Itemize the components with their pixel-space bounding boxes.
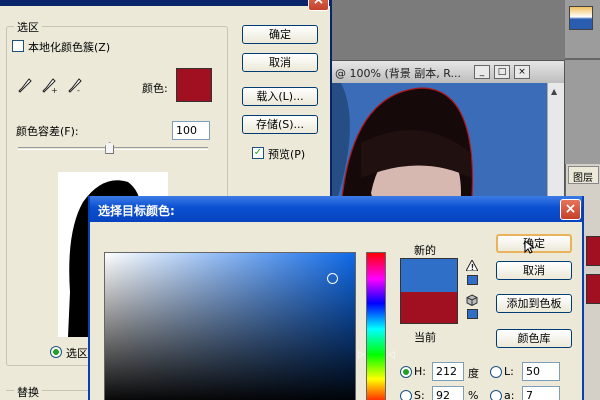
s-radio[interactable] (400, 390, 412, 400)
color-label: 颜色: (142, 82, 168, 95)
minimize-button[interactable]: _ (474, 65, 490, 79)
svg-text:!: ! (471, 263, 475, 271)
layer-thumbnail[interactable] (586, 236, 600, 266)
s-input[interactable]: 92 (432, 386, 464, 400)
h-radio[interactable] (400, 366, 412, 378)
selection-radio-label: 选区 (66, 347, 88, 360)
current-color-swatch[interactable] (400, 292, 458, 324)
a-input[interactable]: 7 (522, 386, 560, 400)
s-label: S: (414, 389, 425, 400)
add-to-swatches-button[interactable]: 添加到色板 (496, 294, 572, 313)
localized-clusters-checkbox[interactable] (12, 40, 24, 52)
picker-ok-button[interactable]: 确定 (496, 234, 572, 253)
document-titlebar[interactable]: @ 100% (背景 副本, R... _ □ × (331, 61, 564, 83)
a-radio[interactable] (490, 390, 502, 400)
hue-slider-right-arrow-icon[interactable]: ◁ (388, 350, 395, 360)
replace-group-label: 替换 (14, 384, 42, 400)
current-color-label: 当前 (414, 331, 436, 344)
save-button[interactable]: 存储(S)... (242, 115, 318, 134)
layers-tab-label: 图层 (573, 173, 593, 184)
layer-thumbnail[interactable] (586, 274, 600, 304)
layers-tab[interactable]: 图层 (568, 166, 599, 184)
s-unit: % (468, 389, 479, 400)
color-range-ok-button[interactable]: 确定 (242, 25, 318, 44)
fuzziness-input[interactable]: 100 (172, 121, 210, 140)
hue-slider-left-arrow-icon[interactable]: ▷ (358, 350, 365, 360)
svg-text:-: - (77, 86, 80, 94)
web-cube-icon[interactable] (466, 294, 478, 306)
new-color-swatch (400, 258, 458, 292)
svg-text:+: + (51, 86, 58, 94)
picker-cancel-button[interactable]: 取消 (496, 261, 572, 280)
a-label: a: (504, 389, 515, 400)
dialog-close-button[interactable]: × (308, 0, 329, 11)
scroll-up-arrow-icon[interactable]: ▲ (551, 87, 557, 96)
color-picker-close-button[interactable]: × (560, 199, 581, 220)
fuzziness-label: 颜色容差(F): (16, 125, 79, 138)
color-field[interactable] (104, 252, 356, 400)
localized-clusters-label: 本地化颜色簇(Z) (28, 41, 111, 54)
load-button[interactable]: 载入(L)... (242, 87, 318, 106)
close-button[interactable]: × (514, 65, 530, 79)
h-input[interactable]: 212 (432, 362, 464, 381)
l-label: L: (504, 365, 514, 378)
document-title: @ 100% (背景 副本, R... (335, 67, 461, 80)
maximize-button[interactable]: □ (494, 65, 510, 79)
l-radio[interactable] (490, 366, 502, 378)
preview-label: 预览(P) (268, 148, 306, 161)
h-label: H: (414, 365, 426, 378)
hue-slider[interactable] (366, 252, 386, 400)
color-picker-dialog: 选择目标颜色: × ▷ ◁ 新的 当前 ! 确定 取消 添加到色板 颜色库 H:… (88, 196, 584, 400)
preview-checkbox[interactable]: ✓ (252, 147, 264, 159)
gamut-swatch[interactable] (467, 275, 478, 285)
new-color-label: 新的 (414, 244, 436, 257)
selection-radio[interactable] (50, 346, 62, 358)
panel-divider (565, 58, 600, 60)
swatch-thumbnail-icon[interactable] (569, 6, 593, 30)
sampled-color-swatch[interactable] (176, 68, 212, 102)
color-range-titlebar[interactable] (0, 0, 330, 6)
websafe-swatch[interactable] (467, 309, 478, 319)
mouse-cursor-icon (524, 239, 536, 257)
color-libraries-button[interactable]: 颜色库 (496, 329, 572, 348)
color-picker-titlebar[interactable]: 选择目标颜色: × (90, 196, 582, 222)
h-unit: 度 (468, 367, 479, 380)
gamut-warning-icon[interactable]: ! (466, 260, 478, 271)
color-range-cancel-button[interactable]: 取消 (242, 53, 318, 72)
selection-group-label: 选区 (14, 19, 42, 35)
eyedropper-icon[interactable] (18, 78, 32, 94)
eyedropper-minus-icon[interactable]: - (68, 78, 84, 94)
color-picker-title: 选择目标颜色: (98, 204, 175, 218)
eyedropper-plus-icon[interactable]: + (42, 78, 58, 94)
color-field-marker[interactable] (327, 273, 338, 284)
l-input[interactable]: 50 (522, 362, 560, 381)
